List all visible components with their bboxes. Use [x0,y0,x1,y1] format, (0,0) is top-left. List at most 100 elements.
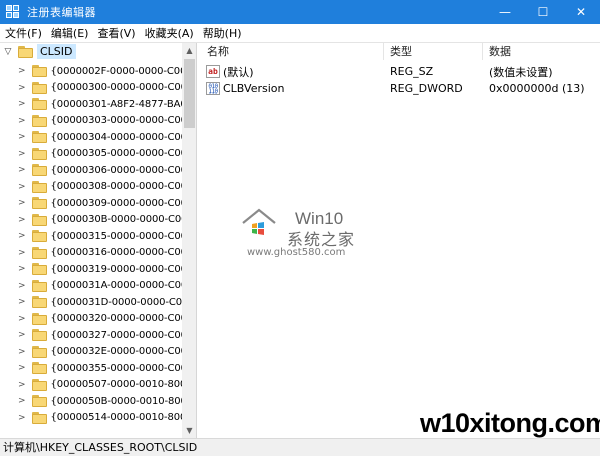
chevron-right-icon[interactable]: > [18,132,26,142]
folder-icon [31,180,47,193]
folder-icon [31,147,47,160]
tree-node[interactable]: > {00000301-A8F2-4877-BA0A [0,96,182,112]
tree-node[interactable]: > {00000355-0000-0000-C000 [0,360,182,376]
maximize-button[interactable]: ☐ [524,0,562,24]
chevron-right-icon[interactable]: > [18,66,26,76]
chevron-right-icon[interactable]: > [18,215,26,225]
regedit-app-icon [5,4,21,20]
window-title: 注册表编辑器 [27,6,96,19]
chevron-right-icon[interactable]: > [18,165,26,175]
list-header: 名称 类型 数据 [201,43,600,60]
list-row[interactable]: 010110101 CLBVersion REG_DWORD 0x0000000… [201,80,600,97]
chevron-down-icon[interactable]: ▽ [2,47,14,57]
chevron-right-icon[interactable]: > [18,363,26,373]
tree-node-label: {00000301-A8F2-4877-BA0A [50,98,182,110]
folder-icon [31,81,47,94]
menu-edit[interactable]: 编辑(E) [46,24,93,43]
scroll-down-arrow-icon[interactable]: ▼ [182,423,196,438]
menu-view[interactable]: 查看(V) [92,24,139,43]
column-header-data[interactable]: 数据 [483,43,600,60]
chevron-right-icon[interactable]: > [18,99,26,109]
tree-node-label: {0000032E-0000-0000-C000 [50,346,182,357]
scroll-up-arrow-icon[interactable]: ▲ [182,43,196,58]
watermark: Win10 系统之家 www.ghost580.com [241,205,371,265]
menu-file[interactable]: 文件(F) [0,24,46,43]
column-header-name[interactable]: 名称 [201,43,384,60]
value-type: REG_DWORD [390,82,463,95]
tree-node[interactable]: > {00000308-0000-0000-C000 [0,179,182,195]
tree-node[interactable]: > {00000300-0000-0000-C000 [0,80,182,96]
column-header-type[interactable]: 类型 [384,43,483,60]
tree-node[interactable]: > {00000320-0000-0000-C000 [0,311,182,327]
tree-scrollbar[interactable]: ▲ ▼ [182,43,196,438]
window-controls: — ☐ ✕ [486,0,600,24]
tree-node-label: {00000303-0000-0000-C000 [50,115,182,126]
tree-node[interactable]: > {0000050B-0000-0010-8000 [0,393,182,409]
folder-icon [31,329,47,341]
chevron-right-icon[interactable]: > [18,198,26,208]
binary-value-icon: 010110101 [206,82,220,95]
folder-icon [18,45,33,58]
folder-icon [31,263,47,275]
chevron-right-icon[interactable]: > [18,83,26,93]
folder-icon [31,411,47,424]
tree-node[interactable]: > {00000514-0000-0010-8000 [0,410,182,426]
chevron-right-icon[interactable]: > [18,396,26,406]
chevron-right-icon[interactable]: > [18,297,26,307]
tree-node[interactable]: > {00000309-0000-0000-C000 [0,195,182,211]
title-bar: 注册表编辑器 — ☐ ✕ [0,0,600,24]
tree-node[interactable]: > {00000315-0000-0000-C000 [0,228,182,244]
folder-icon [31,246,47,259]
registry-tree[interactable]: ▽ CLSID > {0000002F-0000-0000-C000 > {00000… [0,43,197,438]
tree-node[interactable]: > {0000002F-0000-0000-C000 [0,63,182,79]
close-button[interactable]: ✕ [562,0,600,24]
house-logo-icon [242,208,276,235]
site-logo: w10xitong.com [420,408,600,438]
tree-node[interactable]: > {00000305-0000-0000-C000 [0,146,182,162]
menu-bar: 文件(F) 编辑(E) 查看(V) 收藏夹(A) 帮助(H) [0,24,600,43]
value-name: CLBVersion [223,82,285,95]
tree-node[interactable]: > {0000031A-0000-0000-C000 [0,278,182,294]
chevron-right-icon[interactable]: > [18,116,26,126]
chevron-right-icon[interactable]: > [18,149,26,159]
tree-node[interactable]: > {00000303-0000-0000-C000 [0,113,182,129]
folder-icon [31,345,47,358]
tree-node[interactable]: > {00000319-0000-0000-C000 [0,261,182,277]
tree-node[interactable]: > {00000306-0000-0000-C000 [0,162,182,178]
chevron-right-icon[interactable]: > [18,330,26,340]
tree-node-label: {00000309-0000-0000-C000 [50,197,182,209]
chevron-right-icon[interactable]: > [18,182,26,192]
folder-icon [31,378,47,391]
tree-node-label: {00000507-0000-0010-8000 [50,379,182,390]
tree-node[interactable]: > {00000507-0000-0010-8000 [0,377,182,393]
chevron-right-icon[interactable]: > [18,347,26,357]
folder-icon [31,279,47,292]
folder-icon [31,230,47,242]
menu-favorites[interactable]: 收藏夹(A) [140,24,198,43]
menu-help[interactable]: 帮助(H) [198,24,246,43]
tree-node[interactable]: > {00000316-0000-0000-C000 [0,245,182,261]
tree-node-label: {00000320-0000-0000-C000 [50,313,182,324]
tree-node[interactable]: > {00000327-0000-0000-C000 [0,327,182,343]
watermark-url: www.ghost580.com [247,247,346,258]
tree-node-label: {0000030B-0000-0000-C000 [50,214,182,225]
value-name: (默认) [223,65,254,79]
tree-node[interactable]: > {0000031D-0000-0000-C000 [0,294,182,310]
chevron-right-icon[interactable]: > [18,314,26,324]
tree-node-clsid[interactable]: ▽ CLSID [0,43,180,60]
chevron-right-icon[interactable]: > [18,264,26,274]
tree-node-label: {00000316-0000-0000-C000 [50,247,182,258]
tree-node[interactable]: > {0000032E-0000-0000-C000 [0,344,182,360]
scrollbar-thumb[interactable] [184,59,195,128]
list-row[interactable]: ab (默认) REG_SZ (数值未设置) [201,63,600,80]
chevron-right-icon[interactable]: > [18,380,26,390]
chevron-right-icon[interactable]: > [18,281,26,291]
chevron-right-icon[interactable]: > [18,413,26,423]
chevron-right-icon[interactable]: > [18,248,26,258]
tree-node[interactable]: > {00000304-0000-0000-C000 [0,129,182,145]
tree-node-label: {0000031D-0000-0000-C000 [50,296,182,308]
minimize-button[interactable]: — [486,0,524,24]
tree-node[interactable]: > {0000030B-0000-0000-C000 [0,212,182,228]
chevron-right-icon[interactable]: > [18,231,26,241]
tree-node-label: {00000308-0000-0000-C000 [50,181,182,192]
